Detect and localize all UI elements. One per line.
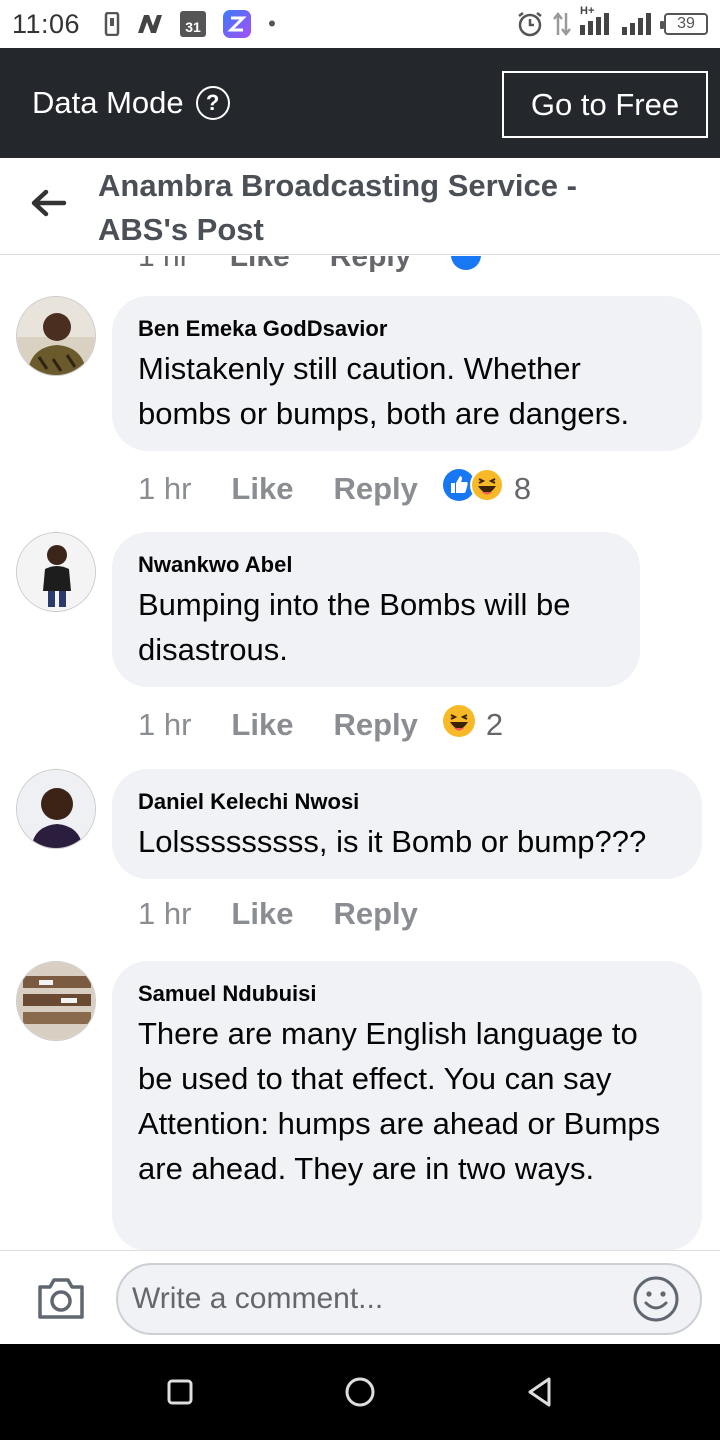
comment-time[interactable]: 1 hr (138, 707, 191, 743)
data-mode-title: Data Mode (32, 85, 184, 120)
like-button[interactable]: Like (231, 707, 293, 743)
status-time: 11:06 (12, 8, 81, 39)
calendar-icon: 31 (180, 11, 207, 37)
comment-time[interactable]: 1 hr (138, 471, 191, 507)
page-title: Anambra Broadcasting Service - ABS's Pos… (98, 168, 577, 247)
like-reaction-icon (451, 256, 482, 270)
system-nav-bar (0, 1344, 720, 1440)
camera-icon[interactable] (36, 1275, 86, 1321)
status-bar: 11:06 31 • H+ 39 (0, 0, 720, 48)
haha-reaction-icon (469, 468, 504, 510)
avatar[interactable] (16, 961, 96, 1041)
network-type: H+ (580, 5, 595, 17)
like-button[interactable]: Like (231, 471, 293, 507)
reaction-summary[interactable]: 2 (442, 704, 503, 746)
data-transfer-icon (552, 11, 572, 37)
comment-bubble[interactable]: Ben Emeka GodDsavior Mistakenly still ca… (112, 296, 702, 451)
partial-time: 1 hr (138, 256, 190, 273)
home-icon[interactable] (342, 1374, 378, 1410)
comment-author[interactable]: Samuel Ndubuisi (138, 979, 676, 1009)
comment-author[interactable]: Ben Emeka GodDsavior (138, 314, 676, 344)
notification-icons: 31 • (104, 9, 276, 39)
comment-composer (0, 1250, 720, 1344)
post-header: Anambra Broadcasting Service - ABS's Pos… (0, 158, 720, 255)
comment-bubble[interactable]: Daniel Kelechi Nwosi Lolsssssssss, is it… (112, 769, 702, 879)
comment-input[interactable] (116, 1263, 702, 1335)
alarm-icon (516, 10, 544, 38)
comment-author[interactable]: Nwankwo Abel (138, 550, 614, 580)
signal-icon (622, 11, 656, 37)
comment-bubble[interactable]: Samuel Ndubuisi There are many English l… (112, 961, 702, 1250)
reaction-count: 8 (513, 471, 532, 506)
comment-time[interactable]: 1 hr (138, 896, 191, 932)
comment-actions: 1 hr Like Reply 2 (138, 704, 503, 746)
data-mode-bar: Data Mode ? Go to Free (0, 48, 720, 158)
signal-hplus-icon: H+ (580, 5, 614, 37)
n-app-icon (136, 13, 164, 35)
comment-actions: 1 hr Like Reply (138, 896, 418, 932)
avatar[interactable] (16, 296, 96, 376)
dot-icon: • (268, 11, 276, 36)
comment-text: Lolsssssssss, is it Bomb or bump??? (138, 824, 647, 859)
reply-button[interactable]: Reply (333, 707, 417, 743)
haha-reaction-icon (442, 704, 476, 746)
like-button[interactable]: Like (231, 896, 293, 932)
comment-text: There are many English language to be us… (138, 1016, 661, 1186)
smiley-icon[interactable] (632, 1275, 680, 1323)
battery-icon: 39 (660, 13, 708, 35)
avatar[interactable] (16, 769, 96, 849)
reaction-summary[interactable]: 8 (442, 468, 531, 510)
comment-bubble[interactable]: Nwankwo Abel Bumping into the Bombs will… (112, 532, 640, 687)
recent-apps-icon[interactable] (162, 1374, 198, 1410)
reaction-count: 2 (485, 707, 504, 742)
partial-like-button[interactable]: Like (230, 256, 290, 273)
partial-actions-row: 1 hr Like Reply (138, 256, 482, 273)
calendar-day: 31 (185, 19, 201, 35)
battery-level: 39 (677, 15, 695, 32)
comment-text: Bumping into the Bombs will be disastrou… (138, 587, 571, 667)
back-icon[interactable] (522, 1374, 558, 1410)
go-to-free-button[interactable]: Go to Free (502, 71, 708, 138)
comment-actions: 1 hr Like Reply 8 (138, 468, 531, 510)
avatar[interactable] (16, 532, 96, 612)
phone-icon (104, 12, 120, 36)
back-arrow-icon[interactable] (28, 183, 68, 223)
comment-text: Mistakenly still caution. Whether bombs … (138, 351, 630, 431)
reply-button[interactable]: Reply (333, 896, 417, 932)
help-icon[interactable]: ? (195, 86, 230, 120)
reply-button[interactable]: Reply (333, 471, 417, 507)
app-icon (222, 9, 252, 39)
comments-list[interactable]: 1 hr Like Reply Ben Emeka GodDsavior Mis… (0, 256, 720, 1250)
partial-reply-button[interactable]: Reply (330, 256, 412, 273)
comment-author[interactable]: Daniel Kelechi Nwosi (138, 787, 676, 817)
